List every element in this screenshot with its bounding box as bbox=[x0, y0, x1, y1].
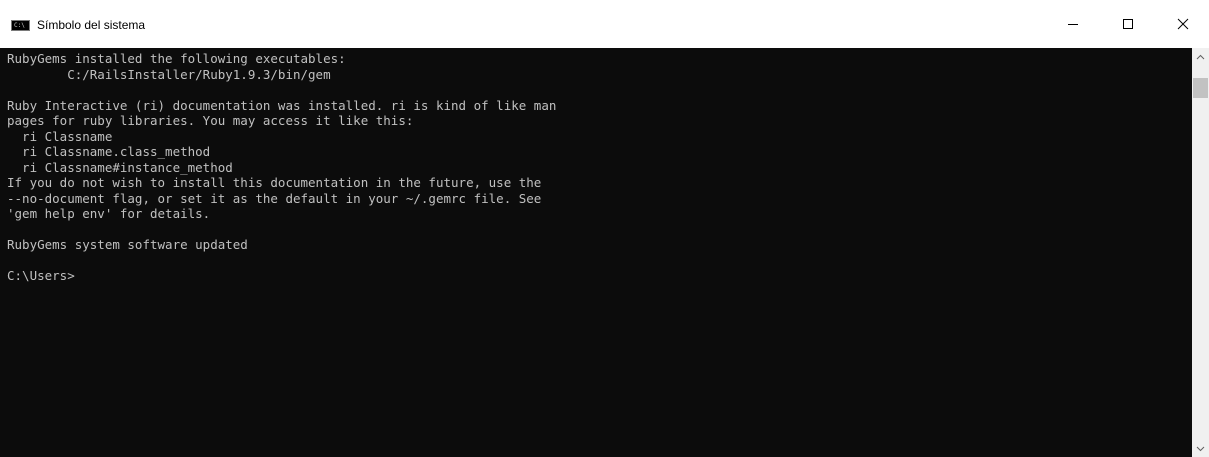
command-prompt-line[interactable]: C:\Users> bbox=[7, 268, 1192, 284]
minimize-icon bbox=[1068, 24, 1078, 25]
scroll-down-arrow-icon bbox=[1196, 446, 1205, 451]
scroll-thumb[interactable] bbox=[1193, 78, 1208, 98]
minimize-button[interactable] bbox=[1050, 0, 1096, 48]
console-line: pages for ruby libraries. You may access… bbox=[7, 113, 414, 128]
window-title: Símbolo del sistema bbox=[37, 18, 146, 32]
console-line: --no-document flag, or set it as the def… bbox=[7, 190, 542, 206]
console-line: Ruby Interactive (ri) documentation was … bbox=[7, 97, 557, 113]
console-line: RubyGems system software updated bbox=[7, 237, 248, 252]
console-line: If you do not wish to install this docum… bbox=[7, 175, 542, 190]
scroll-up-arrow-icon bbox=[1196, 54, 1205, 59]
title-bar[interactable]: C:\ Símbolo del sistema bbox=[0, 0, 1209, 48]
console-line: ri Classname#instance_method bbox=[7, 159, 233, 175]
cmd-icon-label: C:\ bbox=[14, 22, 25, 29]
vertical-scrollbar[interactable] bbox=[1192, 48, 1209, 457]
close-button[interactable] bbox=[1160, 0, 1206, 48]
maximize-button[interactable] bbox=[1105, 0, 1151, 48]
close-icon bbox=[1177, 18, 1189, 30]
scroll-up-button[interactable] bbox=[1192, 48, 1209, 65]
scroll-down-button[interactable] bbox=[1192, 440, 1209, 457]
console-line: 'gem help env' for details. bbox=[7, 206, 211, 221]
console-line: ri Classname bbox=[7, 128, 113, 144]
cmd-icon[interactable]: C:\ bbox=[11, 20, 30, 31]
console-line: C:/RailsInstaller/Ruby1.9.3/bin/gem bbox=[7, 66, 331, 82]
console-output[interactable]: RubyGems installed the following executa… bbox=[0, 48, 1192, 457]
maximize-icon bbox=[1123, 19, 1133, 29]
command-prompt-window: C:\ Símbolo del sistema RubyGems install… bbox=[0, 0, 1209, 457]
console-line: RubyGems installed the following executa… bbox=[7, 51, 346, 66]
console-line: ri Classname.class_method bbox=[7, 144, 211, 159]
